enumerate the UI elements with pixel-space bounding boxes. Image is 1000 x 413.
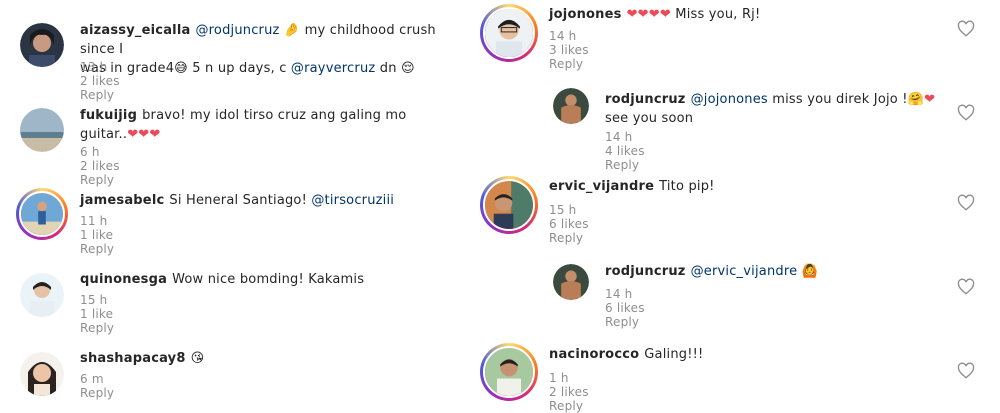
comment-mention[interactable]: @rodjuncruz xyxy=(195,23,279,38)
comment-meta: 1 h2 likesReply xyxy=(549,371,609,413)
heart-outline-icon[interactable] xyxy=(957,278,975,296)
comment-meta: 15 h1 likeReply xyxy=(80,293,134,335)
comment-body: miss you direk Jojo !🤗❤ xyxy=(768,92,935,107)
comment-username[interactable]: aizassy_eicalla xyxy=(80,23,190,38)
reply-button[interactable]: Reply xyxy=(80,321,114,335)
comment-time: 15 h xyxy=(80,293,126,307)
comment-text: quinonesga Wow nice bomding! Kakamis xyxy=(80,270,450,289)
comment-time: 6 m xyxy=(80,372,122,386)
heart-outline-icon[interactable] xyxy=(957,104,975,122)
comment-likes[interactable]: 2 likes xyxy=(80,74,140,88)
comment-username[interactable]: shashapacay8 xyxy=(80,351,186,366)
comment-meta: 6 mReply xyxy=(80,372,122,400)
comment-username[interactable]: jojonones xyxy=(549,7,622,22)
avatar[interactable] xyxy=(553,88,589,124)
avatar[interactable] xyxy=(480,4,538,62)
comment-username[interactable]: quinonesga xyxy=(80,272,167,287)
comment-time: 14 h xyxy=(605,130,655,144)
comment-body: guitar..❤❤❤ xyxy=(80,127,160,142)
comment-time: 15 h xyxy=(549,203,599,217)
avatar[interactable] xyxy=(480,343,538,401)
reply-button[interactable]: Reply xyxy=(80,173,114,187)
comment-username[interactable]: jamesabelc xyxy=(80,193,164,208)
comment-text: shashapacay8 😘 xyxy=(80,349,450,368)
comment-body: Wow nice bomding! Kakamis xyxy=(172,272,364,287)
reply-button[interactable]: Reply xyxy=(549,399,583,413)
heart-outline-icon[interactable] xyxy=(957,194,975,212)
comment-mention[interactable]: @ervic_vijandre xyxy=(691,264,798,279)
comment-text: rodjuncruz @ervic_vijandre 🙆 xyxy=(605,262,945,281)
heart-outline-icon[interactable] xyxy=(957,20,975,38)
comment-body: Tito pip! xyxy=(659,179,714,194)
comment-likes[interactable]: 6 likes xyxy=(605,301,665,315)
comment-body: bravo! my idol tirso cruz ang galing mo xyxy=(142,108,406,123)
comment-meta: 15 h6 likesReply xyxy=(549,203,609,245)
comment-text: ervic_vijandre Tito pip! xyxy=(549,177,929,196)
comment-body: 😘 xyxy=(191,351,205,366)
comment-likes[interactable]: 1 like xyxy=(80,228,134,242)
comment-mention[interactable]: @rayvercruz xyxy=(291,61,376,76)
reply-button[interactable]: Reply xyxy=(549,57,583,71)
comment-time: 1 h xyxy=(549,371,591,385)
avatar[interactable] xyxy=(16,188,68,240)
comment-meta: 13 h2 likesReply xyxy=(80,60,140,102)
comment-time: 13 h xyxy=(80,60,126,74)
comment-username[interactable]: rodjuncruz xyxy=(605,264,686,279)
comment-username[interactable]: nacinorocco xyxy=(549,347,639,362)
reply-button[interactable]: Reply xyxy=(80,386,114,400)
comment-username[interactable]: ervic_vijandre xyxy=(549,179,654,194)
comment-time: 14 h xyxy=(605,287,655,301)
comment-username[interactable]: rodjuncruz xyxy=(605,92,686,107)
avatar[interactable] xyxy=(20,23,64,67)
comment-text: jamesabelc Si Heneral Santiago! @tirsocru… xyxy=(80,191,450,210)
comment-body: ❤❤❤❤ Miss you, Rj! xyxy=(627,7,761,22)
comment-time: 6 h xyxy=(80,145,120,159)
comment-meta: 11 h1 likeReply xyxy=(80,214,134,256)
comment-likes[interactable]: 4 likes xyxy=(605,144,665,158)
avatar[interactable] xyxy=(20,273,64,317)
reply-button[interactable]: Reply xyxy=(549,231,583,245)
comment-text: jojonones ❤❤❤❤ Miss you, Rj! xyxy=(549,5,929,24)
comment-meta: 14 h4 likesReply xyxy=(605,130,665,172)
avatar[interactable] xyxy=(553,264,589,300)
comment-meta: 14 h3 likesReply xyxy=(549,29,609,71)
reply-button[interactable]: Reply xyxy=(605,315,639,329)
avatar[interactable] xyxy=(480,176,538,234)
comment-text: nacinorocco Galing!!! xyxy=(549,345,929,364)
reply-button[interactable]: Reply xyxy=(80,242,114,256)
reply-button[interactable]: Reply xyxy=(80,88,114,102)
comment-time: 14 h xyxy=(549,29,599,43)
comment-meta: 14 h6 likesReply xyxy=(605,287,665,329)
comment-mention[interactable]: @tirsocruziii xyxy=(311,193,394,208)
comment-likes[interactable]: 2 likes xyxy=(549,385,609,399)
comment-meta: 6 h2 likesReply xyxy=(80,145,140,187)
comment-body: 🙆 xyxy=(797,264,818,279)
comment-time: 11 h xyxy=(80,214,126,228)
comment-body: Si Heneral Santiago! xyxy=(169,193,311,208)
comment-text: fukuijig bravo! my idol tirso cruz ang ga… xyxy=(80,106,450,144)
comment-body: Galing!!! xyxy=(644,347,703,362)
avatar[interactable] xyxy=(20,352,64,396)
heart-outline-icon[interactable] xyxy=(957,362,975,380)
comment-likes[interactable]: 1 like xyxy=(80,307,134,321)
comment-body: dn 😌 xyxy=(375,61,414,76)
comment-body: see you soon xyxy=(605,111,693,126)
avatar[interactable] xyxy=(20,108,64,152)
comment-likes[interactable]: 2 likes xyxy=(80,159,140,173)
comment-likes[interactable]: 6 likes xyxy=(549,217,609,231)
comment-text: rodjuncruz @jojonones miss you direk Jojo… xyxy=(605,90,945,128)
comment-likes[interactable]: 3 likes xyxy=(549,43,609,57)
comment-mention[interactable]: @jojonones xyxy=(691,92,768,107)
reply-button[interactable]: Reply xyxy=(605,158,639,172)
comment-username[interactable]: fukuijig xyxy=(80,108,137,123)
